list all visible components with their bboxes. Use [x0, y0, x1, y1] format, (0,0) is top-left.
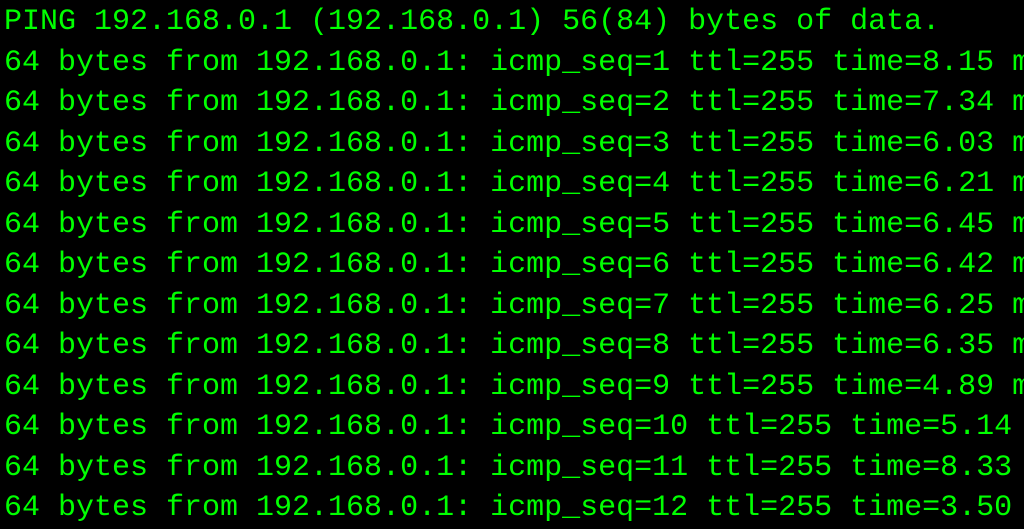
ping-reply-line: 64 bytes from 192.168.0.1: icmp_seq=3 tt…	[4, 124, 1020, 165]
ping-reply-line: 64 bytes from 192.168.0.1: icmp_seq=12 t…	[4, 488, 1020, 529]
ping-reply-line: 64 bytes from 192.168.0.1: icmp_seq=6 tt…	[4, 245, 1020, 286]
ping-reply-line: 64 bytes from 192.168.0.1: icmp_seq=5 tt…	[4, 205, 1020, 246]
ping-reply-line: 64 bytes from 192.168.0.1: icmp_seq=1 tt…	[4, 43, 1020, 84]
ping-reply-line: 64 bytes from 192.168.0.1: icmp_seq=9 tt…	[4, 367, 1020, 408]
ping-reply-line: 64 bytes from 192.168.0.1: icmp_seq=7 tt…	[4, 286, 1020, 327]
ping-reply-line: 64 bytes from 192.168.0.1: icmp_seq=2 tt…	[4, 83, 1020, 124]
ping-header: PING 192.168.0.1 (192.168.0.1) 56(84) by…	[4, 2, 1020, 43]
ping-reply-line: 64 bytes from 192.168.0.1: icmp_seq=11 t…	[4, 448, 1020, 489]
ping-reply-line: 64 bytes from 192.168.0.1: icmp_seq=10 t…	[4, 407, 1020, 448]
ping-reply-line: 64 bytes from 192.168.0.1: icmp_seq=4 tt…	[4, 164, 1020, 205]
ping-reply-line: 64 bytes from 192.168.0.1: icmp_seq=8 tt…	[4, 326, 1020, 367]
